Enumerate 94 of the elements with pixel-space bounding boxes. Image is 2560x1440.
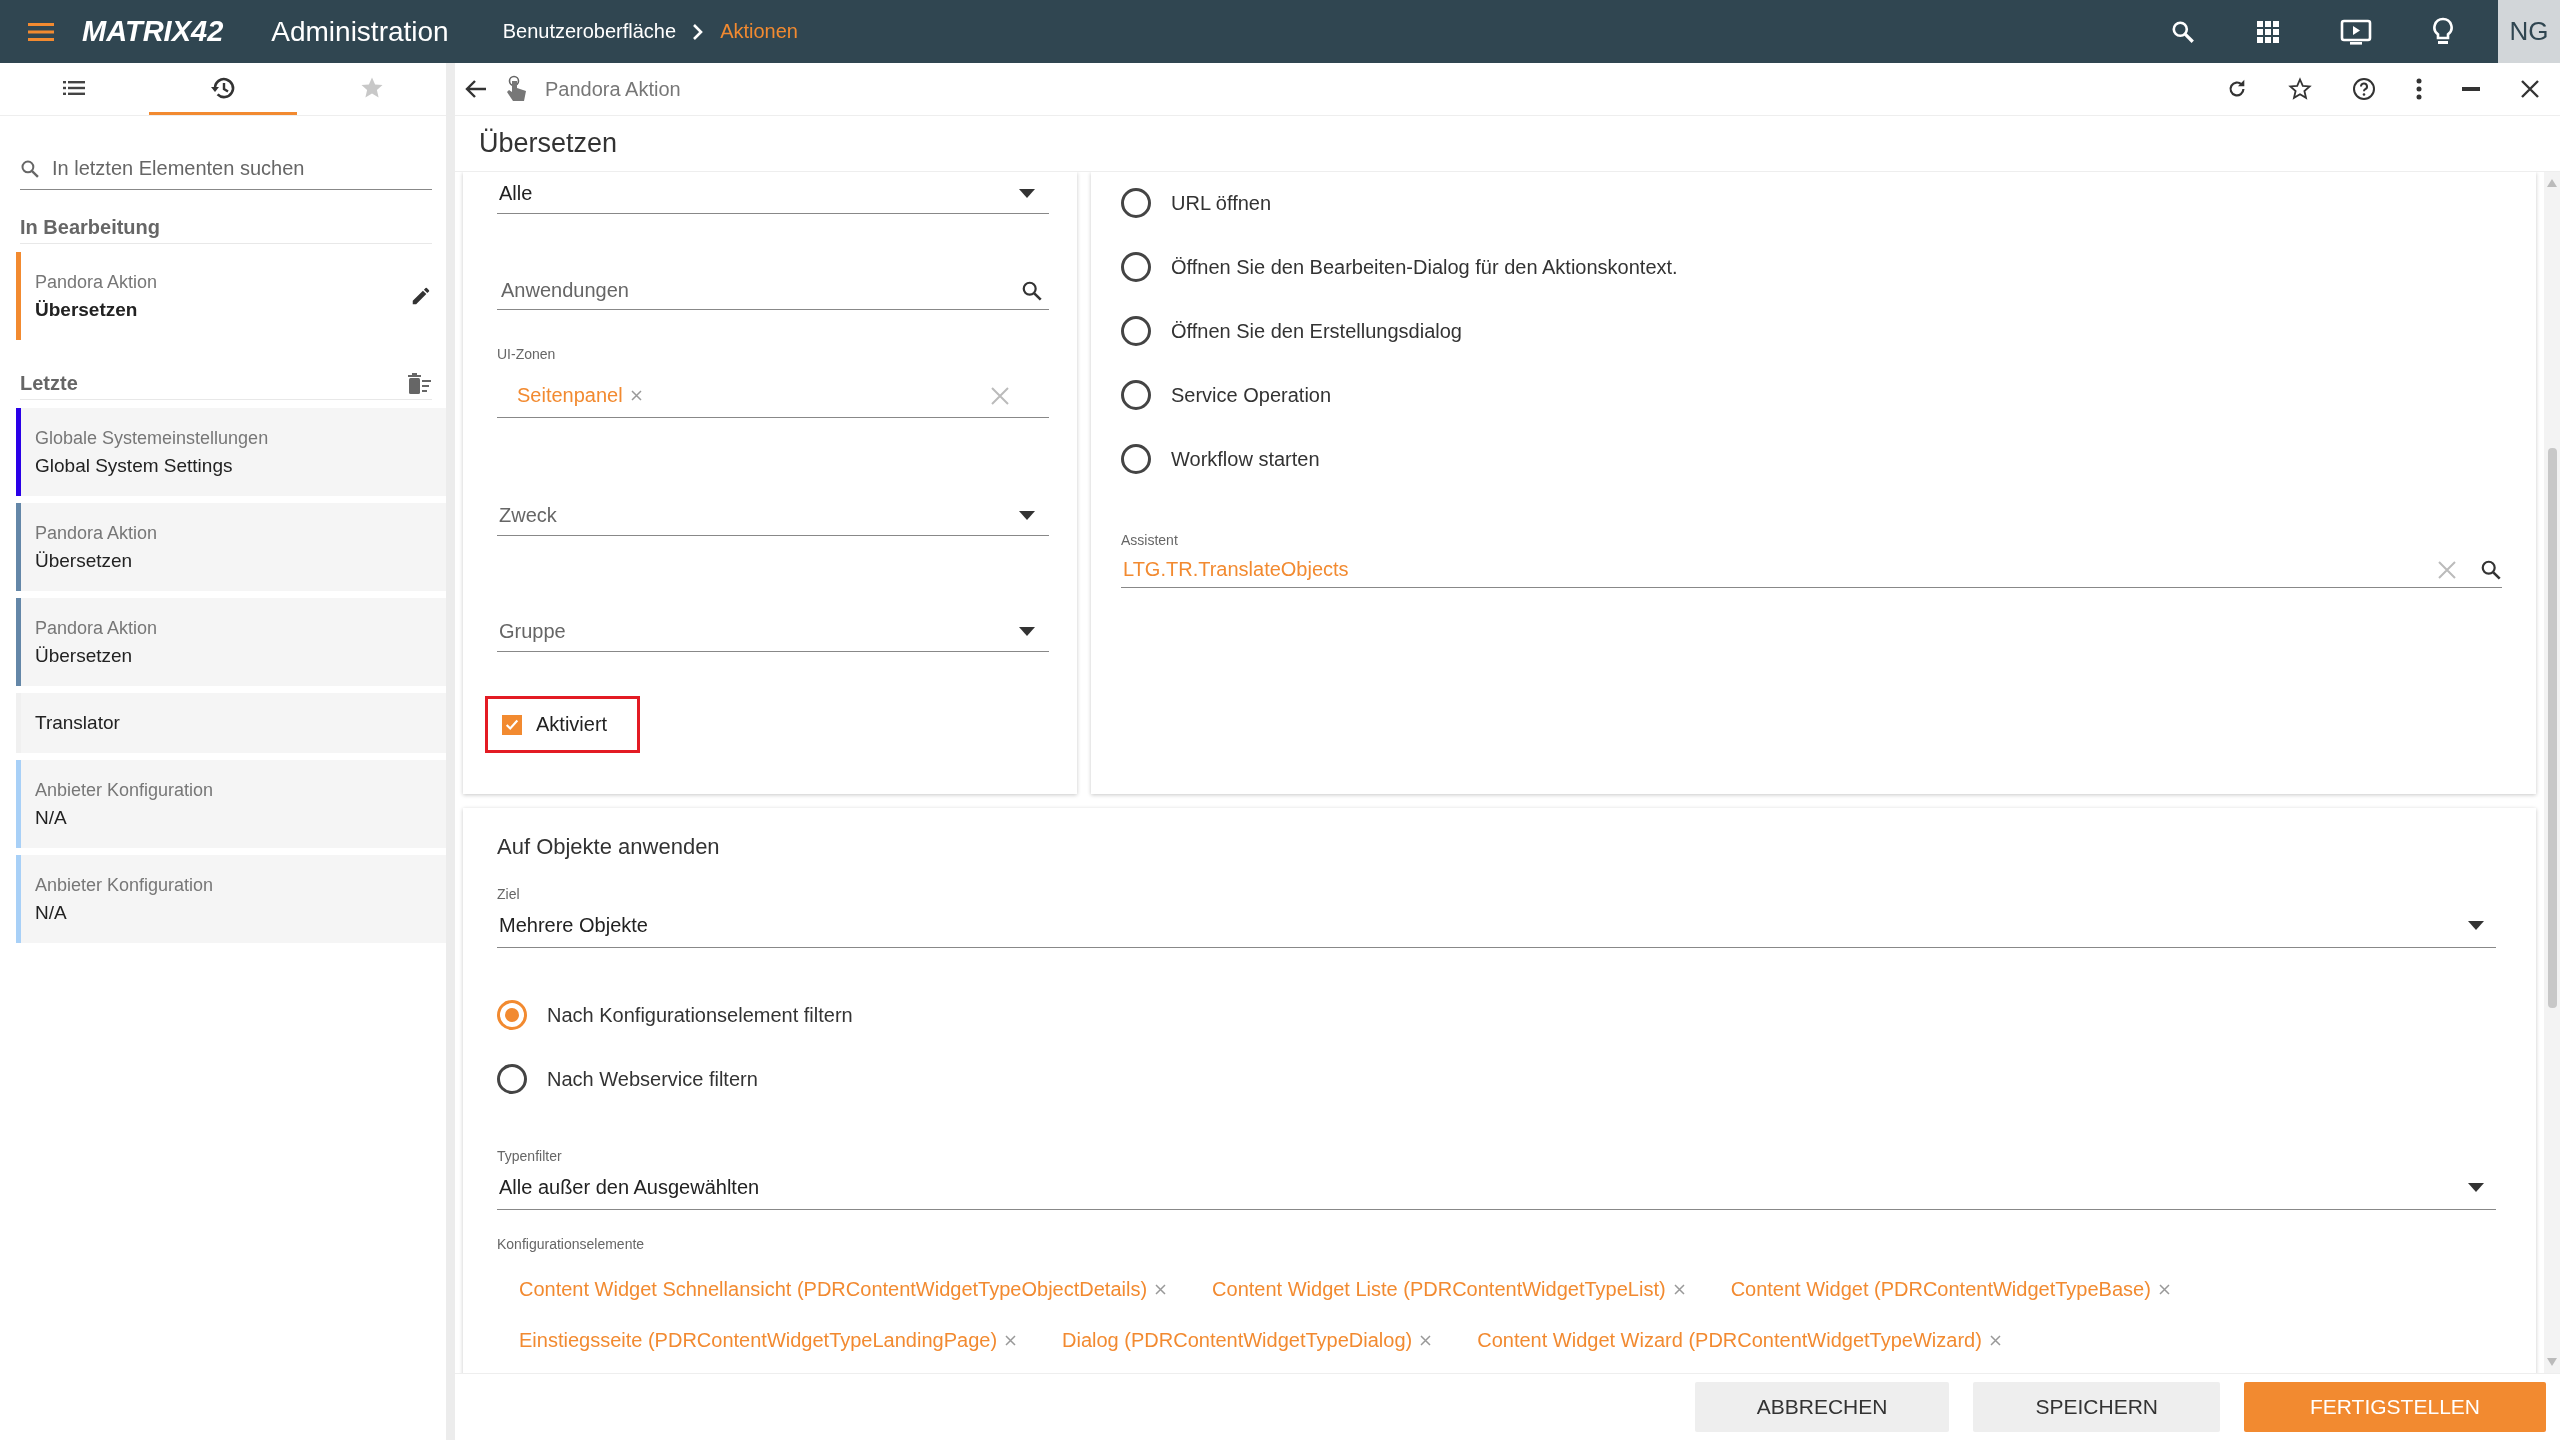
- radio-button[interactable]: [1121, 252, 1151, 282]
- recent-item[interactable]: Pandora Aktion Übersetzen: [16, 598, 446, 686]
- item-type: Anbieter Konfiguration: [35, 779, 215, 801]
- item-type: Anbieter Konfiguration: [35, 874, 215, 896]
- item-type: Pandora Aktion: [35, 617, 159, 639]
- dropdown-field[interactable]: Alle außer den Ausgewählten: [497, 1170, 2496, 1210]
- field-placeholder: Gruppe: [499, 620, 566, 643]
- more-options-icon: [2416, 78, 2422, 100]
- checkbox[interactable]: [502, 714, 522, 735]
- field-label: Typenfilter: [497, 1148, 563, 1164]
- item-type: Globale Systemeinstellungen: [35, 427, 270, 449]
- field-label: Ziel: [497, 886, 521, 902]
- field-label: UI-Zonen: [497, 346, 557, 362]
- item-name: Global System Settings: [35, 454, 234, 477]
- secondary-button[interactable]: SPEICHERN: [1973, 1382, 2220, 1432]
- activated-checkbox[interactable]: Aktiviert: [502, 713, 608, 736]
- radio-option[interactable]: Öffnen Sie den Bearbeiten-Dialog für den Aktionskontext.: [1121, 252, 2502, 282]
- item-name: Übersetzen: [35, 298, 139, 321]
- chevron-icon: [692, 22, 705, 41]
- field-value: Alle: [499, 182, 533, 205]
- dropdown-field[interactable]: Zweck: [497, 500, 1049, 536]
- menu-icon: [28, 21, 54, 42]
- remove-tag-icon[interactable]: [630, 390, 642, 401]
- radio-button[interactable]: [1121, 444, 1151, 474]
- star-icon: [2288, 77, 2312, 101]
- editing-item[interactable]: Pandora Aktion Übersetzen: [16, 252, 446, 340]
- item-type: Pandora Aktion: [35, 271, 159, 293]
- logo: MATRIX42: [82, 15, 224, 48]
- item-name: Übersetzen: [35, 549, 134, 572]
- section-heading: In Bearbeitung: [20, 216, 160, 239]
- recent-item[interactable]: Anbieter Konfiguration N/A: [16, 855, 446, 943]
- hand-pointer-icon: [505, 75, 527, 103]
- item-name: Übersetzen: [35, 644, 134, 667]
- dropdown-arrow-icon: [1019, 511, 1035, 520]
- play-screen-icon: [2340, 17, 2372, 46]
- radio-option[interactable]: Nach Konfigurationselement filtern: [497, 1000, 2496, 1030]
- recent-item[interactable]: Globale Systemeinstellungen Global System Settings: [16, 408, 446, 496]
- field-label: Assistent: [1121, 532, 1179, 548]
- user-avatar[interactable]: NG: [2498, 0, 2560, 63]
- recent-item[interactable]: Anbieter Konfiguration N/A: [16, 760, 446, 848]
- radio-button[interactable]: [497, 1064, 527, 1094]
- radio-option[interactable]: Workflow starten: [1121, 444, 2502, 474]
- field-label: Konfigurationselemente: [497, 1236, 646, 1252]
- field-value: Mehrere Objekte: [499, 914, 648, 937]
- secondary-button[interactable]: ABBRECHEN: [1694, 1382, 1950, 1432]
- help-icon: [2352, 77, 2376, 101]
- item-name: N/A: [35, 901, 68, 924]
- remove-tag-icon[interactable]: [1673, 1284, 1685, 1295]
- object-type: Pandora Aktion: [545, 77, 681, 101]
- page-title: Übersetzen: [479, 128, 618, 159]
- radio-button[interactable]: [1121, 188, 1151, 218]
- search-icon: [20, 158, 40, 179]
- item-name: Translator: [35, 712, 121, 734]
- close-icon: [2520, 79, 2540, 99]
- dropdown-field[interactable]: Alle: [497, 178, 1049, 214]
- grid-icon: [2256, 19, 2280, 44]
- radio-button[interactable]: [1121, 380, 1151, 410]
- dropdown-arrow-icon: [1019, 627, 1035, 636]
- item-type: Pandora Aktion: [35, 522, 159, 544]
- pencil-icon[interactable]: [410, 285, 432, 307]
- remove-tag-icon[interactable]: [1420, 1335, 1432, 1346]
- item-name: N/A: [35, 806, 68, 829]
- breadcrumb-link[interactable]: Benutzeroberfläche: [502, 20, 677, 43]
- radio-button[interactable]: [497, 1000, 527, 1030]
- radio-option[interactable]: Öffnen Sie den Erstellungsdialog: [1121, 316, 2502, 346]
- recent-item[interactable]: Pandora Aktion Übersetzen: [16, 503, 446, 591]
- search-icon[interactable]: [2480, 558, 2502, 581]
- radio-option[interactable]: URL öffnen: [1121, 188, 2502, 218]
- dropdown-arrow-icon: [2468, 921, 2484, 930]
- list-icon: [63, 79, 86, 96]
- radio-option[interactable]: Nach Webservice filtern: [497, 1064, 2496, 1094]
- dropdown-arrow-icon: [2468, 1183, 2484, 1192]
- remove-tag-icon[interactable]: [1989, 1335, 2001, 1346]
- minimize-icon: [2462, 86, 2480, 92]
- breadcrumb-link[interactable]: Aktionen: [720, 20, 798, 43]
- app-title: Administration: [271, 15, 449, 48]
- remove-tag-icon[interactable]: [1005, 1335, 1017, 1346]
- history-icon: [210, 75, 236, 100]
- remove-tag-icon[interactable]: [1155, 1284, 1167, 1295]
- remove-tag-icon[interactable]: [2158, 1284, 2170, 1295]
- search-icon: [1021, 279, 1043, 302]
- dropdown-arrow-icon: [1019, 189, 1035, 198]
- clear-list-icon[interactable]: [408, 372, 432, 395]
- dropdown-field[interactable]: Gruppe: [497, 616, 1049, 652]
- section-heading: Letzte: [20, 372, 78, 395]
- radio-button[interactable]: [1121, 316, 1151, 346]
- lightbulb-icon: [2432, 16, 2454, 47]
- field-value: Alle außer den Ausgewählten: [499, 1176, 760, 1199]
- section-heading: Auf Objekte anwenden: [497, 834, 721, 860]
- dropdown-field[interactable]: Mehrere Objekte: [497, 908, 2496, 948]
- field-placeholder: Zweck: [499, 504, 557, 527]
- radio-option[interactable]: Service Operation: [1121, 380, 2502, 410]
- back-arrow-icon: [465, 79, 487, 99]
- recent-item[interactable]: Translator: [16, 693, 446, 753]
